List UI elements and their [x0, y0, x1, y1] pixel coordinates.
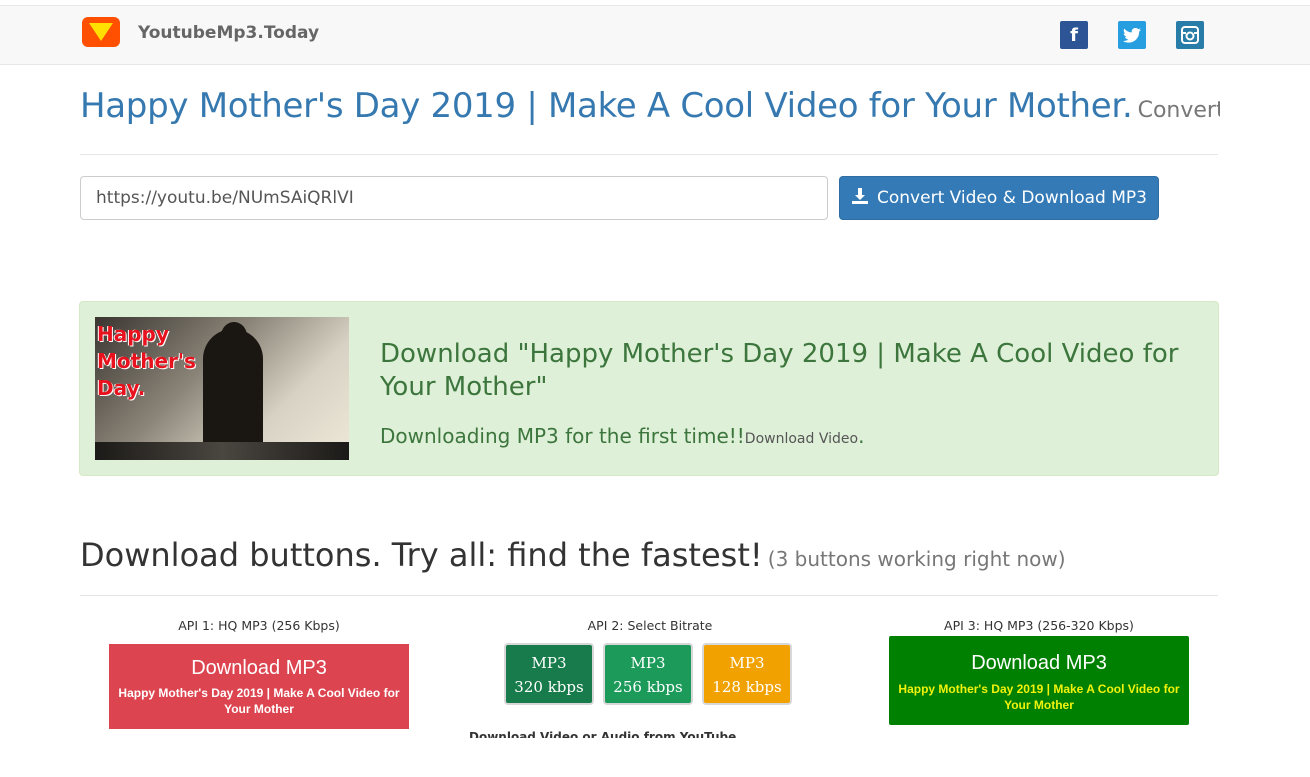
- mp3-128-button[interactable]: MP3 128 kbps: [702, 643, 792, 705]
- download-icon: [851, 187, 869, 210]
- convert-download-button[interactable]: Convert Video & Download MP3: [839, 176, 1159, 220]
- thumbnail-caption-line: Happy: [97, 322, 169, 346]
- brand-name[interactable]: YoutubeMp3.Today: [138, 23, 319, 43]
- status-text: Downloading MP3 for the first time!!: [380, 424, 745, 448]
- convert-button-label: Convert Video & Download MP3: [877, 188, 1147, 208]
- api3-download-mp3-button[interactable]: Download MP3 Happy Mother's Day 2019 | M…: [889, 636, 1189, 725]
- mp3-format: MP3: [630, 654, 666, 672]
- download-heading-note: (3 buttons working right now): [767, 547, 1066, 571]
- mp3-bitrate: 128 kbps: [712, 678, 782, 696]
- api1-button-label: Download MP3: [191, 657, 327, 679]
- instagram-icon[interactable]: [1176, 21, 1204, 49]
- api2-footer-text: Download Video or Audio from YouTube: [469, 730, 737, 738]
- top-navbar: YoutubeMp3.Today f: [0, 5, 1310, 65]
- page-title-main: Happy Mother's Day 2019 | Make A Cool Vi…: [80, 86, 1133, 126]
- facebook-icon[interactable]: f: [1060, 21, 1088, 49]
- mp3-320-button[interactable]: MP3 320 kbps: [504, 643, 594, 705]
- thumbnail-caption: Happy Mother's Day.: [97, 321, 196, 402]
- page-title: Happy Mother's Day 2019 | Make A Cool Vi…: [80, 86, 1220, 126]
- mp3-format: MP3: [729, 654, 765, 672]
- mp3-format: MP3: [531, 654, 567, 672]
- thumbnail-band: [95, 442, 349, 460]
- download-video-link[interactable]: Download Video: [745, 431, 858, 447]
- page-title-sub: Convert...: [1137, 98, 1220, 123]
- download-result-status: Downloading MP3 for the first time!!Down…: [380, 424, 864, 448]
- thumbnail-caption-line: Day.: [97, 376, 146, 400]
- mp3-bitrate: 320 kbps: [514, 678, 584, 696]
- thumbnail-caption-line: Mother's: [97, 349, 196, 373]
- api2-label: API 2: Select Bitrate: [587, 618, 713, 633]
- mp3-256-button[interactable]: MP3 256 kbps: [603, 643, 693, 705]
- api1-button-sub: Happy Mother's Day 2019 | Make A Cool Vi…: [118, 686, 400, 716]
- api3-button-sub: Happy Mother's Day 2019 | Make A Cool Vi…: [898, 682, 1180, 712]
- api1-download-mp3-button[interactable]: Download MP3 Happy Mother's Day 2019 | M…: [109, 644, 409, 729]
- download-result-panel: Happy Mother's Day. Download "Happy Moth…: [79, 301, 1219, 476]
- video-url-input[interactable]: [80, 176, 828, 220]
- download-result-title: Download "Happy Mother's Day 2019 | Make…: [380, 339, 1179, 402]
- api3-label: API 3: HQ MP3 (256-320 Kbps): [944, 618, 1134, 633]
- video-thumbnail[interactable]: Happy Mother's Day.: [95, 317, 349, 460]
- logo-play-icon[interactable]: [82, 17, 120, 47]
- divider: [80, 595, 1218, 596]
- download-heading-main: Download buttons. Try all: find the fast…: [80, 536, 763, 574]
- api1-label: API 1: HQ MP3 (256 Kbps): [178, 618, 340, 633]
- divider: [80, 154, 1218, 155]
- thumbnail-silhouette-head: [221, 322, 247, 350]
- api3-button-label: Download MP3: [971, 652, 1107, 674]
- mp3-bitrate: 256 kbps: [613, 678, 683, 696]
- twitter-icon[interactable]: [1118, 21, 1146, 49]
- status-suffix: .: [858, 424, 865, 448]
- download-buttons-heading: Download buttons. Try all: find the fast…: [80, 536, 1066, 574]
